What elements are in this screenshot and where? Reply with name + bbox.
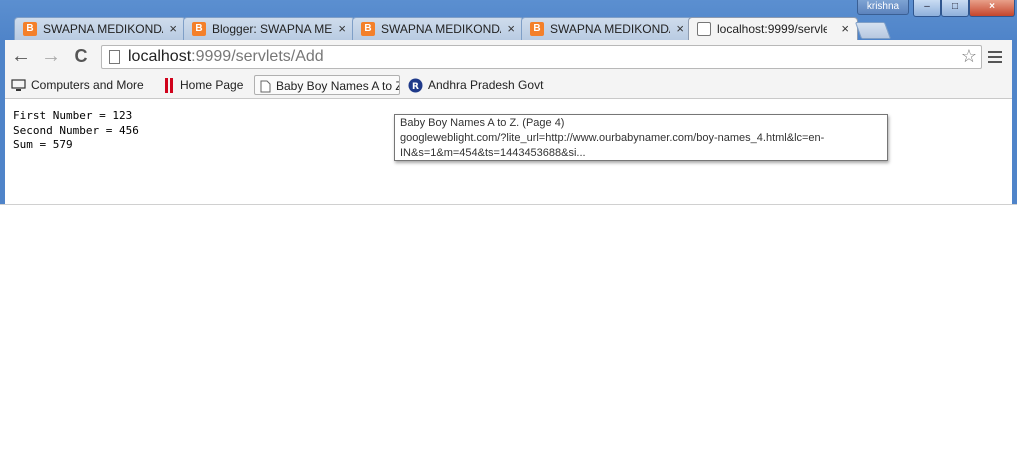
blogger-icon: B <box>530 22 544 36</box>
minimize-button[interactable]: – <box>913 0 941 17</box>
first-number-line: First Number = 123 <box>13 109 133 122</box>
tab-localhost-active[interactable]: localhost:9999/servlets/Add × <box>688 17 858 41</box>
tab-close-icon[interactable]: × <box>841 21 849 36</box>
bookmark-label: Home Page <box>180 78 244 92</box>
page-icon <box>109 50 120 64</box>
page-icon <box>260 80 271 93</box>
back-arrow-icon[interactable]: ← <box>11 46 31 67</box>
tab-title: SWAPNA MEDIKONDA <box>550 22 670 36</box>
tab-swapna-3[interactable]: B SWAPNA MEDIKONDA × <box>521 17 693 40</box>
bookmark-tooltip: Baby Boy Names A to Z. (Page 4) googlewe… <box>394 114 888 161</box>
tooltip-url-line1: googleweblight.com/?lite_url=http://www.… <box>400 132 825 144</box>
reload-icon[interactable]: C <box>71 47 91 67</box>
bookmark-baby-boy-names[interactable]: Baby Boy Names A to Z <box>254 75 400 95</box>
bookmark-label: Andhra Pradesh Govt <box>428 78 544 92</box>
new-tab-button[interactable] <box>854 22 892 39</box>
monitor-icon <box>11 79 26 92</box>
url-text[interactable]: localhost:9999/servlets/Add <box>128 48 324 66</box>
tab-close-icon[interactable]: × <box>338 21 346 36</box>
forward-arrow-icon[interactable]: → <box>41 46 61 67</box>
tab-close-icon[interactable]: × <box>507 21 515 36</box>
url-path: :9999/servlets/Add <box>191 48 324 65</box>
svg-text:R: R <box>412 82 419 92</box>
bookmark-home-page[interactable]: Home Page <box>163 74 243 97</box>
tooltip-url-line2: IN&s=1&m=454&ts=1443453688&si... <box>400 147 586 159</box>
bookmark-computers-and-more[interactable]: Computers and More <box>11 74 144 97</box>
tab-blogger-swapna[interactable]: B Blogger: SWAPNA MEDIKONDA × <box>183 17 355 40</box>
tab-swapna-1[interactable]: B SWAPNA MEDIKONDA × <box>14 17 186 40</box>
tab-title: localhost:9999/servlets/Add <box>717 22 827 36</box>
close-window-button[interactable]: × <box>969 0 1015 17</box>
tab-title: Blogger: SWAPNA MEDIKONDA <box>212 22 332 36</box>
ap-govt-icon: R <box>408 78 423 93</box>
blogger-icon: B <box>361 22 375 36</box>
tab-close-icon[interactable]: × <box>169 21 177 36</box>
tab-close-icon[interactable]: × <box>676 21 684 36</box>
bookmark-star-icon[interactable]: ☆ <box>961 46 977 67</box>
red-bars-icon <box>165 78 173 94</box>
url-host: localhost <box>128 48 192 65</box>
bookmark-andhra-pradesh-govt[interactable]: R Andhra Pradesh Govt <box>408 74 543 97</box>
tab-title: SWAPNA MEDIKONDA <box>381 22 501 36</box>
tooltip-title: Baby Boy Names A to Z. (Page 4) <box>400 117 565 129</box>
user-profile-badge[interactable]: krishna <box>857 0 909 15</box>
maximize-button[interactable]: □ <box>941 0 969 17</box>
browser-toolbar: ← → C localhost:9999/servlets/Add ☆ <box>5 40 1012 74</box>
blogger-icon: B <box>192 22 206 36</box>
tab-title: SWAPNA MEDIKONDA <box>43 22 163 36</box>
browser-window: krishna – □ × B SWAPNA MEDIKONDA × B Blo… <box>0 0 1017 460</box>
bookmark-label: Computers and More <box>31 78 144 92</box>
bookmark-label: Baby Boy Names A to Z <box>276 79 400 93</box>
content-bottom-border <box>0 204 1017 205</box>
sum-line: Sum = 579 <box>13 138 73 151</box>
blogger-icon: B <box>23 22 37 36</box>
servlet-page-icon <box>697 22 711 36</box>
tab-swapna-2[interactable]: B SWAPNA MEDIKONDA × <box>352 17 524 40</box>
servlet-output: First Number = 123 Second Number = 456 Sum… <box>13 109 139 153</box>
window-frame-right <box>1012 40 1017 204</box>
chrome-menu-icon[interactable] <box>988 48 1002 66</box>
second-number-line: Second Number = 456 <box>13 123 139 137</box>
bookmarks-bar: Computers and More Home Page Baby Boy Na… <box>5 74 1012 99</box>
address-bar[interactable]: localhost:9999/servlets/Add ☆ <box>101 45 982 69</box>
